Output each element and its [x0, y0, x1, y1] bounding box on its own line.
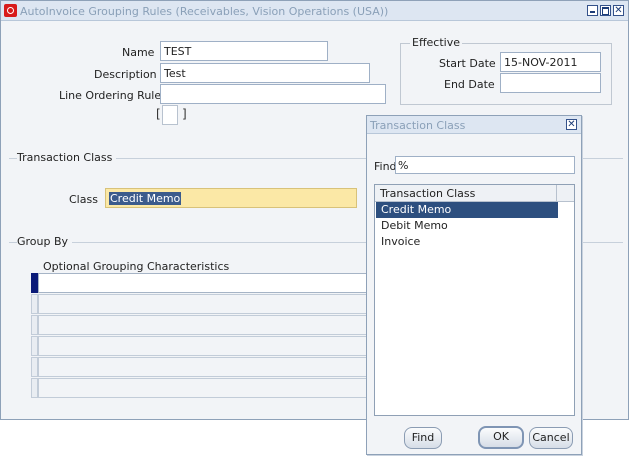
list-item[interactable]: Invoice: [376, 234, 558, 250]
grouping-row[interactable]: [38, 378, 378, 398]
grouping-row[interactable]: [38, 315, 378, 335]
dialog-close-icon[interactable]: ✕: [566, 119, 577, 130]
bracket-open: [: [156, 107, 161, 121]
cancel-button[interactable]: Cancel: [529, 427, 573, 449]
start-date-field[interactable]: 15-NOV-2011: [500, 52, 601, 72]
grouping-row[interactable]: [38, 336, 378, 356]
results-list-header: Transaction Class: [375, 185, 574, 202]
window-title: AutoInvoice Grouping Rules (Receivables,…: [20, 5, 389, 18]
class-label: Class: [69, 193, 98, 206]
name-label: Name: [122, 46, 155, 59]
close-icon[interactable]: ✕: [613, 5, 624, 16]
current-row-indicator[interactable]: [31, 273, 38, 293]
row-indicator[interactable]: [31, 294, 38, 314]
column-divider: [556, 185, 557, 202]
grouping-row[interactable]: [38, 273, 378, 293]
transaction-class-section-title: Transaction Class: [17, 151, 117, 164]
list-item[interactable]: Credit Memo: [376, 202, 558, 218]
maximize-icon[interactable]: [600, 5, 611, 16]
name-field[interactable]: TEST: [160, 41, 328, 61]
bracket-close: ]: [182, 107, 187, 121]
group-by-section-title: Group By: [17, 235, 73, 248]
description-field[interactable]: Test: [160, 63, 370, 83]
row-indicator[interactable]: [31, 357, 38, 377]
dialog-title-bar[interactable]: Transaction Class ✕: [367, 116, 581, 134]
window-controls: ✕: [587, 5, 624, 16]
descriptive-flexfield[interactable]: [ ]: [156, 105, 187, 125]
transaction-class-dialog: Transaction Class ✕ Find % Transaction C…: [366, 115, 582, 455]
grouping-characteristics-header: Optional Grouping Characteristics: [43, 260, 230, 273]
find-input[interactable]: %: [395, 156, 575, 174]
end-date-field[interactable]: [500, 73, 601, 93]
results-list[interactable]: Transaction Class Credit Memo Debit Memo…: [374, 184, 575, 416]
start-date-label: Start Date: [439, 57, 496, 70]
flexfield-box[interactable]: [162, 105, 178, 125]
line-ordering-rule-label: Line Ordering Rule: [59, 89, 162, 102]
description-label: Description: [94, 68, 157, 81]
grouping-row[interactable]: [38, 357, 378, 377]
effective-legend: Effective: [410, 36, 462, 49]
class-field-value: Credit Memo: [109, 192, 182, 205]
dialog-title: Transaction Class: [370, 119, 466, 132]
grouping-row[interactable]: [38, 294, 378, 314]
minimize-icon[interactable]: [587, 5, 598, 16]
list-item[interactable]: Debit Memo: [376, 218, 558, 234]
row-indicator[interactable]: [31, 378, 38, 398]
row-indicator[interactable]: [31, 336, 38, 356]
row-indicator[interactable]: [31, 315, 38, 335]
ok-button[interactable]: OK: [478, 426, 524, 449]
class-field[interactable]: Credit Memo: [105, 188, 357, 208]
line-ordering-rule-field[interactable]: [160, 84, 386, 104]
end-date-label: End Date: [444, 78, 495, 91]
results-column-header: Transaction Class: [380, 187, 476, 200]
oracle-logo-icon: [4, 4, 17, 17]
find-button[interactable]: Find: [404, 427, 442, 449]
find-label: Find: [374, 160, 397, 173]
title-bar[interactable]: AutoInvoice Grouping Rules (Receivables,…: [1, 1, 628, 21]
